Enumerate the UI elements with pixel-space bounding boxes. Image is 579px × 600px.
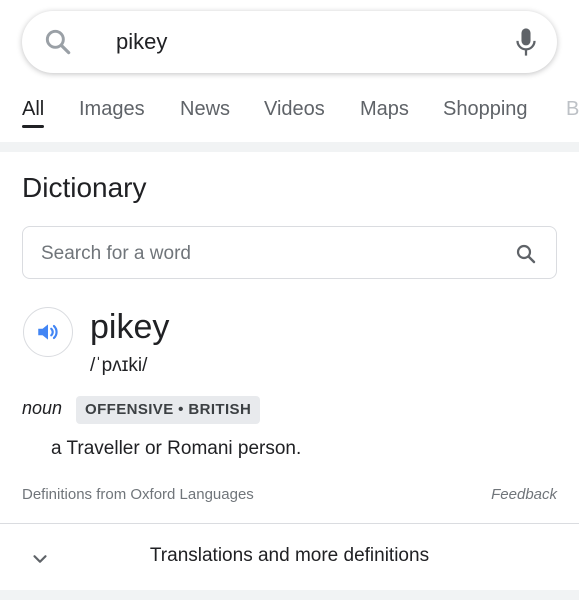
word-search-placeholder: Search for a word: [41, 243, 191, 264]
mic-icon[interactable]: [512, 25, 540, 59]
tab-maps[interactable]: Maps: [360, 96, 409, 132]
more-definitions-label: Translations and more definitions: [149, 545, 430, 566]
search-tabs: All Images News Videos Maps Shopping B: [0, 88, 579, 132]
section-separator: [0, 142, 579, 152]
bottom-separator: [0, 590, 579, 600]
tab-news[interactable]: News: [180, 96, 230, 132]
speaker-icon: [38, 324, 58, 340]
search-icon[interactable]: [42, 26, 74, 58]
tab-shopping[interactable]: Shopping: [443, 96, 528, 132]
search-icon[interactable]: [514, 242, 538, 266]
search-bar[interactable]: pikey: [22, 11, 557, 73]
headword: pikey: [90, 308, 170, 346]
tab-all[interactable]: All: [22, 96, 45, 132]
feedback-link[interactable]: Feedback: [491, 486, 557, 503]
more-definitions-row[interactable]: Translations and more definitions: [0, 524, 579, 590]
tab-books[interactable]: B: [566, 96, 579, 132]
tab-images[interactable]: Images: [79, 96, 145, 132]
dictionary-title: Dictionary: [22, 172, 147, 203]
word-search-input[interactable]: Search for a word: [22, 226, 557, 279]
pronunciation-button[interactable]: [23, 307, 73, 357]
definition-text: a Traveller or Romani person.: [51, 438, 302, 459]
definition-source: Definitions from Oxford Languages: [22, 486, 254, 503]
search-query[interactable]: pikey: [116, 11, 167, 73]
phonetic: /ˈpʌɪki/: [90, 355, 148, 376]
part-of-speech: noun: [22, 398, 63, 418]
usage-label-badge: OFFENSIVE • BRITISH: [76, 396, 261, 424]
tab-videos[interactable]: Videos: [264, 96, 325, 132]
